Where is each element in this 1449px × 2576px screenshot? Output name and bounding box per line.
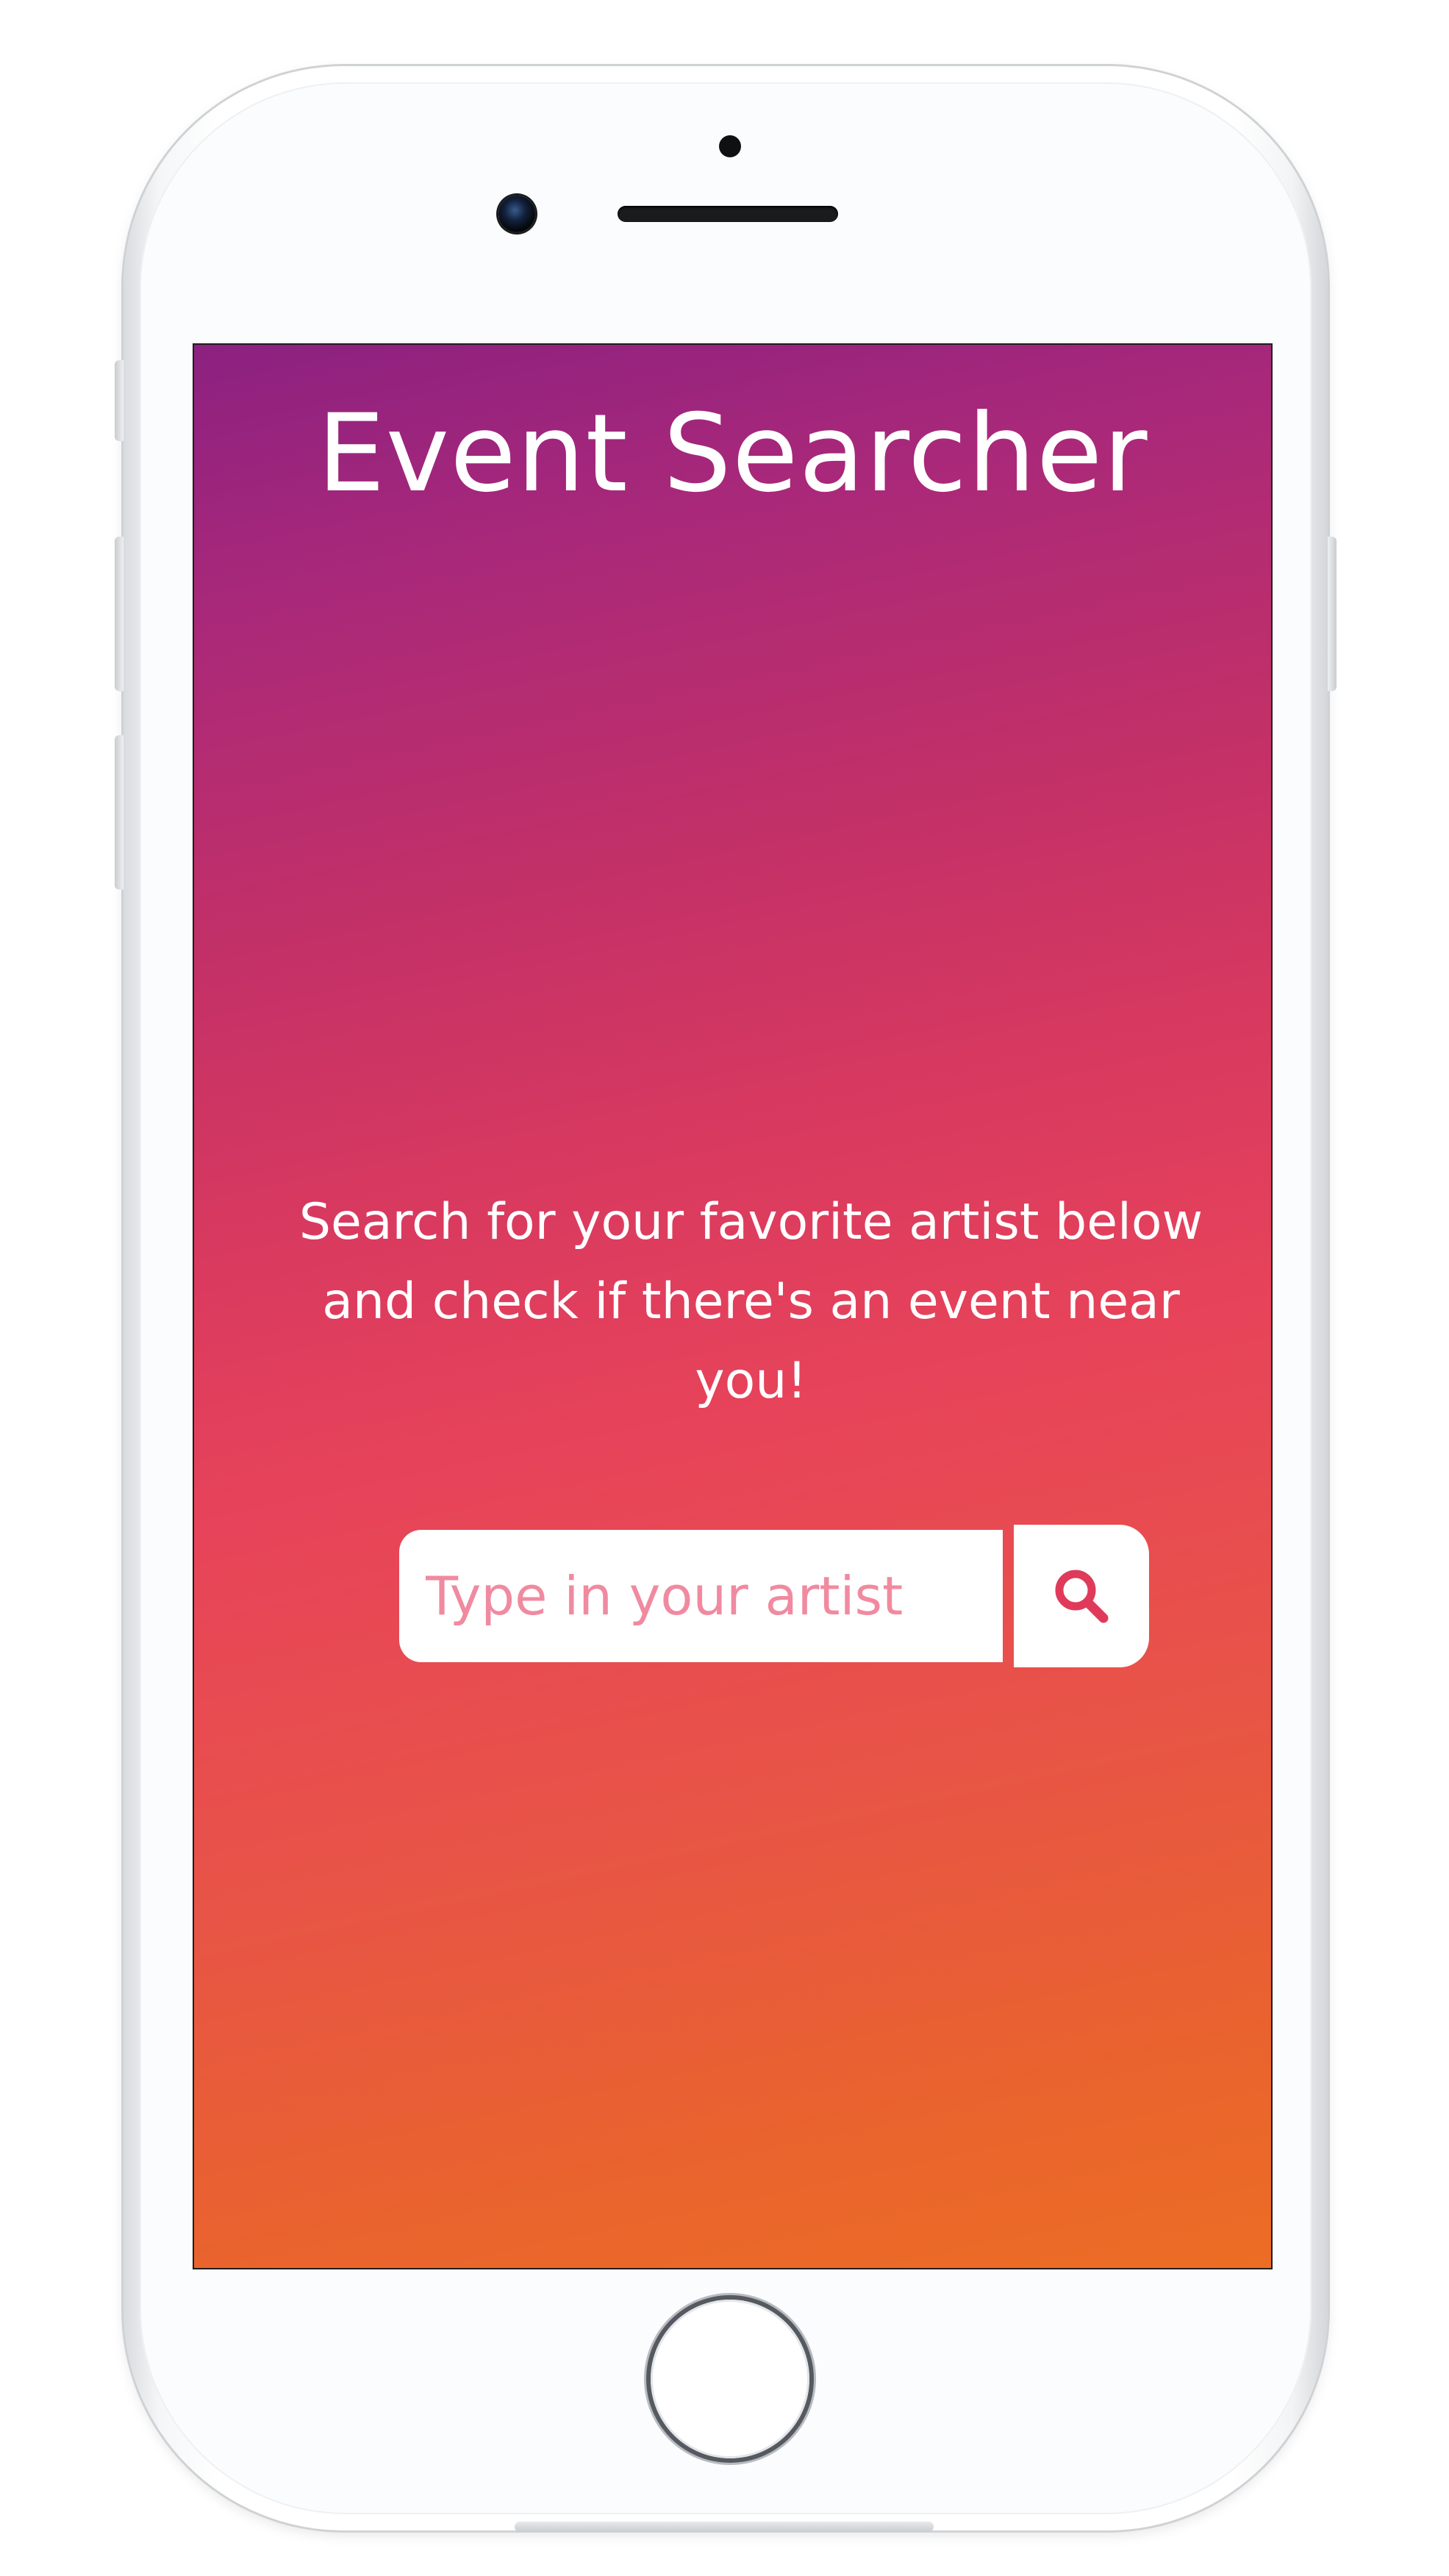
search-field[interactable] xyxy=(399,1530,1003,1662)
search-icon xyxy=(1055,1570,1109,1623)
page-title: Event Searcher xyxy=(317,391,1148,516)
phone-bottom-edge xyxy=(515,2522,934,2532)
search-button[interactable] xyxy=(1014,1525,1149,1667)
earpiece-speaker xyxy=(618,206,838,222)
proximity-sensor xyxy=(719,135,741,157)
intro-text: Search for your favorite artist below an… xyxy=(298,1193,1203,1410)
mute-switch xyxy=(115,360,124,441)
volume-up-button xyxy=(115,537,124,691)
app-screen: Event Searcher Search for your favorite … xyxy=(193,343,1273,2269)
phone-mockup: Event Searcher Search for your favorite … xyxy=(0,0,1449,2576)
search-input[interactable] xyxy=(424,1564,1003,1628)
power-button xyxy=(1328,537,1337,691)
front-camera xyxy=(498,196,535,232)
home-button[interactable] xyxy=(651,2300,809,2458)
volume-down-button xyxy=(115,735,124,890)
